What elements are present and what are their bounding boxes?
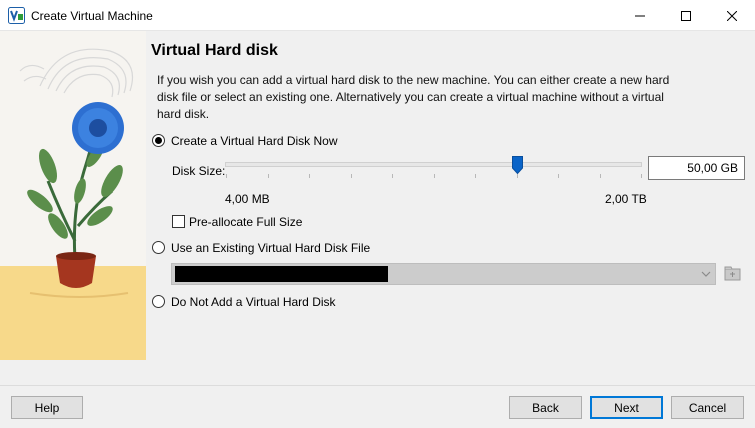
wizard-illustration [0,31,146,360]
slider-tick [351,174,352,178]
create-disk-label: Create a Virtual Hard Disk Now [171,134,338,148]
no-disk-radio[interactable] [152,295,165,308]
cancel-button[interactable]: Cancel [671,396,744,419]
virtualbox-icon [8,7,25,24]
slider-tick [309,174,310,178]
slider-tick [558,174,559,178]
next-button[interactable]: Next [590,396,663,419]
slider-tick [268,174,269,178]
close-button[interactable] [709,0,755,31]
disk-size-slider-handle[interactable] [512,156,523,174]
slider-tick [392,174,393,178]
back-button[interactable]: Back [509,396,582,419]
no-disk-label: Do Not Add a Virtual Hard Disk [171,295,336,309]
maximize-button[interactable] [663,0,709,31]
create-disk-radio[interactable] [152,134,165,147]
disk-size-label: Disk Size: [172,164,226,178]
wizard-footer: Help Back Next Cancel [0,385,755,428]
close-icon [727,10,737,21]
page-title: Virtual Hard disk [151,42,278,59]
existing-disk-dropdown[interactable] [171,263,716,285]
minimize-icon [635,15,645,16]
preallocate-label: Pre-allocate Full Size [189,215,303,229]
use-existing-radio[interactable] [152,241,165,254]
help-button[interactable]: Help [11,396,83,419]
flower-pot-illustration [0,31,146,360]
slider-tick [226,174,227,178]
slider-tick [434,174,435,178]
redacted-file-path [175,266,388,282]
slider-tick [600,174,601,178]
use-existing-label: Use an Existing Virtual Hard Disk File [171,241,371,255]
folder-icon[interactable] [723,264,743,284]
page-description: If you wish you can add a virtual hard d… [157,73,670,121]
title-bar: Create Virtual Machine [0,0,755,31]
slider-tick [517,174,518,178]
disk-size-input[interactable] [648,156,745,180]
preallocate-checkbox[interactable] [172,215,185,228]
disk-size-slider-track[interactable] [225,162,642,167]
minimize-button[interactable] [617,0,663,31]
chevron-down-icon [701,271,711,277]
slider-min-label: 4,00 MB [225,192,270,206]
maximize-icon [681,10,691,21]
slider-tick [475,174,476,178]
slider-max-label: 2,00 TB [605,192,647,206]
slider-tick [641,174,642,178]
window-title: Create Virtual Machine [31,9,153,23]
